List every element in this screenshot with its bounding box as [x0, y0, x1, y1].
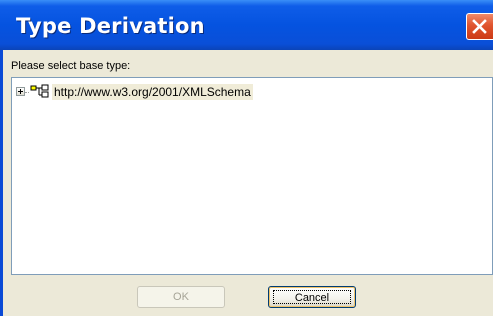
window-title: Type Derivation [16, 14, 205, 38]
tree-item[interactable]: http://www.w3.org/2001/XMLSchema [12, 84, 312, 100]
tree-connector [25, 92, 29, 93]
close-x-icon [472, 19, 487, 34]
dialog-body: Please select base type: http://www.w3.o… [3, 50, 493, 316]
schema-tree-icon [30, 84, 49, 98]
dialog-window: Type Derivation Please select base type: [0, 0, 493, 316]
title-bar[interactable]: Type Derivation [0, 0, 493, 50]
tree-item-label[interactable]: http://www.w3.org/2001/XMLSchema [52, 84, 253, 100]
cancel-button-label: Cancel [273, 290, 351, 304]
plus-expander-icon[interactable] [16, 87, 25, 96]
select-base-type-label: Please select base type: [11, 60, 131, 72]
button-bar: OK Cancel [3, 275, 493, 316]
cancel-button[interactable]: Cancel [268, 286, 356, 308]
ok-button[interactable]: OK [137, 286, 225, 308]
close-button[interactable] [466, 13, 493, 40]
base-type-tree[interactable]: http://www.w3.org/2001/XMLSchema [11, 77, 493, 275]
